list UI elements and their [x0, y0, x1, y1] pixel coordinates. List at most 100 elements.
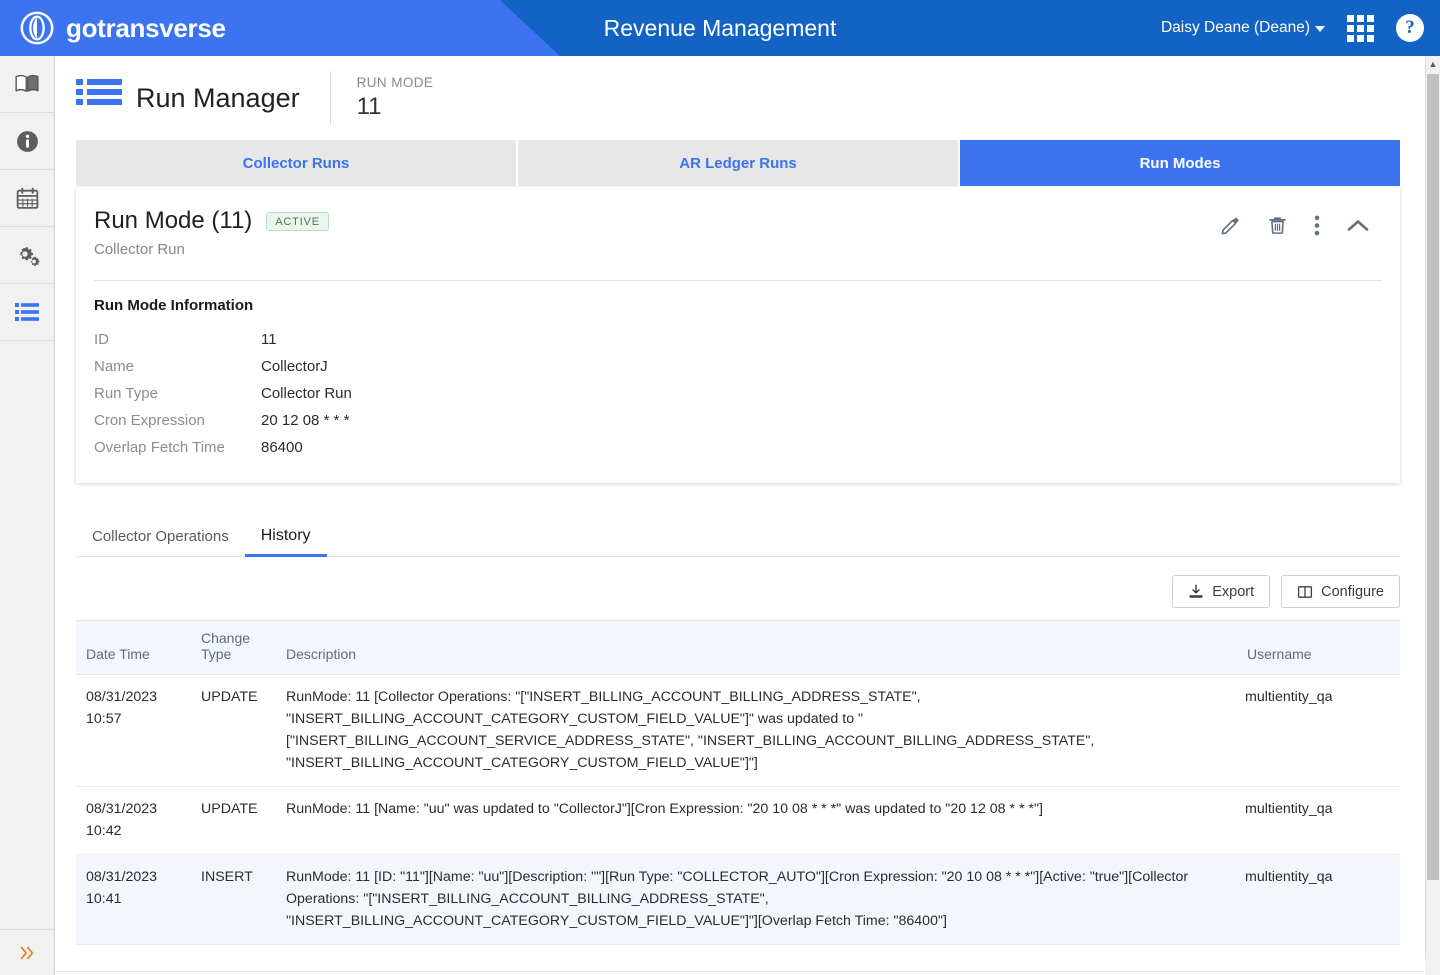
user-menu-button[interactable]: Daisy Deane (Deane) — [1161, 19, 1325, 37]
list-icon — [15, 303, 39, 321]
table-row[interactable]: 08/31/2023 10:41 INSERT RunMode: 11 [ID:… — [76, 854, 1400, 945]
cell-username: multientity_qa — [1235, 854, 1400, 945]
top-header-bar: gotransverse Revenue Management Daisy De… — [0, 0, 1440, 56]
header-divider — [329, 71, 331, 125]
circle-lens-icon — [20, 11, 54, 45]
page-header: Run Manager RUN MODE 11 — [55, 56, 1425, 140]
cell-description: RunMode: 11 [Name: "uu" was updated to "… — [276, 786, 1235, 855]
tab-collector-operations[interactable]: Collector Operations — [76, 528, 245, 556]
info-value: CollectorJ — [261, 358, 328, 375]
export-button[interactable]: Export — [1172, 575, 1271, 608]
configure-button[interactable]: Configure — [1281, 575, 1400, 608]
calendar-icon — [16, 187, 38, 209]
column-header-description[interactable]: Description — [276, 620, 1235, 675]
delete-button[interactable] — [1267, 215, 1288, 241]
more-options-button[interactable] — [1314, 215, 1320, 241]
info-label: ID — [94, 331, 109, 348]
cell-username: multientity_qa — [1235, 674, 1400, 787]
chevron-down-icon — [1315, 26, 1325, 32]
card-action-bar — [1220, 207, 1382, 241]
help-circle-icon[interactable]: ? — [1396, 14, 1424, 42]
info-value: Collector Run — [261, 385, 352, 402]
chevron-double-right-icon — [20, 946, 34, 959]
tab-run-modes[interactable]: Run Modes — [960, 140, 1400, 186]
info-row-run-type: Run Type Collector Run — [94, 380, 1382, 407]
info-label: Name — [94, 358, 135, 375]
export-label: Export — [1212, 583, 1255, 600]
section-title-run-mode-information: Run Mode Information — [94, 297, 254, 314]
sidebar-item-calendar[interactable] — [0, 170, 54, 227]
page-list-icon — [76, 76, 122, 121]
run-mode-value: 11 — [356, 93, 382, 120]
info-value: 11 — [261, 331, 277, 348]
detail-tabs: Collector Operations History — [76, 513, 1400, 557]
tab-ar-ledger-runs[interactable]: AR Ledger Runs — [518, 140, 960, 186]
table-row[interactable]: 08/31/2023 10:57 UPDATE RunMode: 11 [Col… — [76, 674, 1400, 787]
status-badge: ACTIVE — [266, 211, 329, 231]
info-row-id: ID 11 — [94, 326, 1382, 353]
cell-description: RunMode: 11 [Collector Operations: "["IN… — [276, 674, 1235, 787]
vertical-dots-icon — [1314, 215, 1320, 236]
cell-change-type: UPDATE — [191, 674, 276, 787]
sidebar-expand-button[interactable] — [0, 929, 54, 975]
cell-username: multientity_qa — [1235, 786, 1400, 855]
column-header-username[interactable]: Username — [1235, 620, 1400, 675]
card-heading-block: Run Mode (11) ACTIVE Collector Run — [94, 207, 329, 258]
table-header-row: Date Time Change Type Description Userna… — [76, 620, 1400, 675]
info-value: 20 12 08 * * * — [261, 412, 350, 429]
grid-apps-icon[interactable] — [1347, 14, 1374, 42]
info-label: Cron Expression — [94, 412, 205, 429]
scrollbar-corner — [1425, 959, 1440, 975]
collapse-button[interactable] — [1346, 216, 1370, 241]
vertical-scrollbar[interactable]: ▲ ▼ — [1425, 56, 1440, 975]
info-row-name: Name CollectorJ — [94, 353, 1382, 380]
info-value: 86400 — [261, 439, 303, 456]
info-row-overlap-fetch-time: Overlap Fetch Time 86400 — [94, 434, 1382, 461]
scroll-up-arrow-icon[interactable]: ▲ — [1426, 56, 1440, 72]
trash-icon — [1269, 217, 1286, 234]
left-sidebar — [0, 56, 55, 975]
download-icon — [1189, 583, 1203, 598]
info-label: Overlap Fetch Time — [94, 439, 225, 456]
tab-collector-runs[interactable]: Collector Runs — [76, 140, 518, 186]
run-mode-label: RUN MODE — [356, 75, 434, 90]
gears-icon — [19, 246, 40, 266]
header-actions: Daisy Deane (Deane) ? — [1161, 0, 1424, 56]
chevron-up-icon — [1347, 219, 1369, 231]
brand-name: gotransverse — [66, 12, 226, 43]
sidebar-item-run-manager[interactable] — [0, 284, 54, 341]
table-body: 08/31/2023 10:57 UPDATE RunMode: 11 [Col… — [76, 674, 1400, 945]
primary-tabs: Collector Runs AR Ledger Runs Run Modes — [76, 140, 1400, 186]
table-toolbar: Export Configure — [76, 575, 1400, 608]
card-header: Run Mode (11) ACTIVE Collector Run — [94, 207, 1382, 258]
cell-description: RunMode: 11 [ID: "11"][Name: "uu"][Descr… — [276, 854, 1235, 945]
card-title: Run Mode (11) — [94, 207, 253, 234]
pencil-icon — [1221, 217, 1239, 235]
run-mode-info-list: ID 11 Name CollectorJ Run Type Collector… — [94, 326, 1382, 461]
columns-icon — [1298, 585, 1313, 598]
card-subtitle: Collector Run — [94, 241, 185, 258]
scrollbar-thumb[interactable] — [1427, 74, 1439, 880]
page-title: Run Manager — [136, 82, 300, 113]
table-row[interactable]: 08/31/2023 10:42 UPDATE RunMode: 11 [Nam… — [76, 786, 1400, 855]
sidebar-item-settings[interactable] — [0, 227, 54, 284]
cell-date-time: 08/31/2023 10:42 — [76, 786, 191, 855]
edit-button[interactable] — [1220, 215, 1241, 241]
run-mode-card: Run Mode (11) ACTIVE Collector Run Run M… — [76, 187, 1400, 483]
run-mode-meta: RUN MODE 11 — [357, 75, 434, 121]
sidebar-item-book[interactable] — [0, 56, 54, 113]
info-icon — [16, 130, 38, 152]
column-header-date-time[interactable]: Date Time — [76, 620, 191, 675]
history-table: Date Time Change Type Description Userna… — [76, 620, 1400, 945]
brand-logo-group[interactable]: gotransverse — [18, 9, 226, 47]
info-label: Run Type — [94, 385, 158, 402]
configure-label: Configure — [1321, 583, 1384, 600]
card-divider — [94, 280, 1382, 281]
info-row-cron-expression: Cron Expression 20 12 08 * * * — [94, 407, 1382, 434]
history-table-wrapper: Date Time Change Type Description Userna… — [76, 620, 1400, 945]
user-menu-label: Daisy Deane (Deane) — [1160, 19, 1310, 36]
sidebar-item-info[interactable] — [0, 113, 54, 170]
tab-history[interactable]: History — [244, 527, 327, 557]
cell-date-time: 08/31/2023 10:41 — [76, 854, 191, 945]
column-header-change-type[interactable]: Change Type — [191, 620, 276, 675]
